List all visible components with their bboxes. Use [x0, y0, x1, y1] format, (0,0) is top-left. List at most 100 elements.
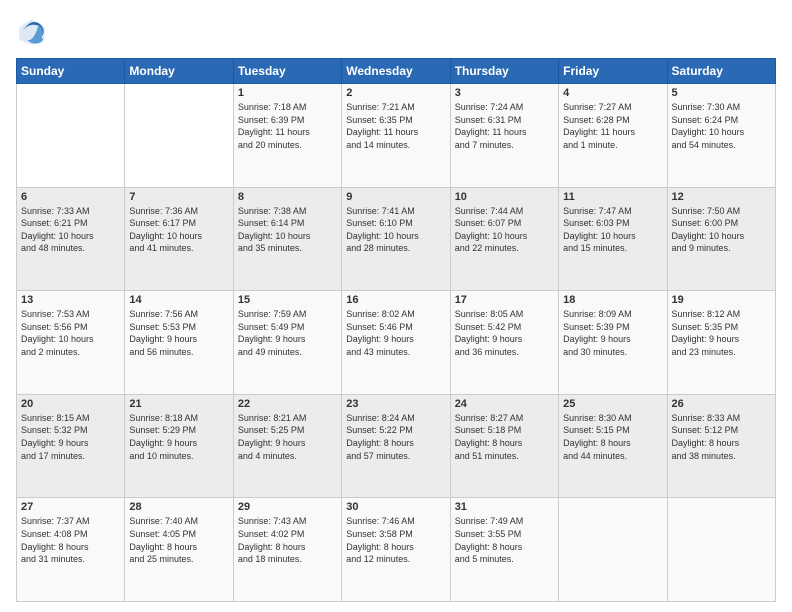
day-number: 16: [346, 294, 445, 306]
day-cell: 27Sunrise: 7:37 AM Sunset: 4:08 PM Dayli…: [17, 498, 125, 602]
weekday-header-monday: Monday: [125, 59, 233, 84]
day-info: Sunrise: 7:41 AM Sunset: 6:10 PM Dayligh…: [346, 205, 445, 255]
day-cell: 8Sunrise: 7:38 AM Sunset: 6:14 PM Daylig…: [233, 187, 341, 291]
day-cell: 1 Sunrise: 7:18 AM Sunset: 6:39 PM Daylig…: [233, 84, 341, 188]
weekday-header-sunday: Sunday: [17, 59, 125, 84]
day-number: 22: [238, 398, 337, 410]
day-cell: [667, 498, 775, 602]
calendar-page: SundayMondayTuesdayWednesdayThursdayFrid…: [0, 0, 792, 612]
calendar-table: SundayMondayTuesdayWednesdayThursdayFrid…: [16, 58, 776, 602]
day-info: Sunrise: 8:05 AM Sunset: 5:42 PM Dayligh…: [455, 308, 554, 358]
week-row-3: 13 Sunrise: 7:53 AM Sunset: 5:56 PM Dayli…: [17, 291, 776, 395]
week-row-2: 6Sunrise: 7:33 AM Sunset: 6:21 PM Daylig…: [17, 187, 776, 291]
logo: [16, 16, 52, 48]
day-info: Sunrise: 7:53 AM Sunset: 5:56 PM Dayligh…: [21, 308, 120, 358]
day-info: Sunrise: 7:56 AM Sunset: 5:53 PM Dayligh…: [129, 308, 228, 358]
day-number: 30: [346, 501, 445, 513]
weekday-header-saturday: Saturday: [667, 59, 775, 84]
day-number: 6: [21, 191, 120, 203]
day-info: Sunrise: 7:47 AM Sunset: 6:03 PM Dayligh…: [563, 205, 662, 255]
day-number: 10: [455, 191, 554, 203]
day-info: Sunrise: 8:30 AM Sunset: 5:15 PM Dayligh…: [563, 412, 662, 462]
day-number: 28: [129, 501, 228, 513]
day-number: 7: [129, 191, 228, 203]
weekday-header-wednesday: Wednesday: [342, 59, 450, 84]
day-number: 4: [563, 87, 662, 99]
day-info: Sunrise: 7:36 AM Sunset: 6:17 PM Dayligh…: [129, 205, 228, 255]
day-cell: 7 Sunrise: 7:36 AM Sunset: 6:17 PM Daylig…: [125, 187, 233, 291]
week-row-5: 27Sunrise: 7:37 AM Sunset: 4:08 PM Dayli…: [17, 498, 776, 602]
weekday-header-friday: Friday: [559, 59, 667, 84]
day-number: 1: [238, 87, 337, 99]
day-info: Sunrise: 7:50 AM Sunset: 6:00 PM Dayligh…: [672, 205, 771, 255]
day-number: 11: [563, 191, 662, 203]
day-number: 21: [129, 398, 228, 410]
weekday-header-thursday: Thursday: [450, 59, 558, 84]
day-cell: 18 Sunrise: 8:09 AM Sunset: 5:39 PM Dayli…: [559, 291, 667, 395]
day-number: 17: [455, 294, 554, 306]
day-number: 18: [563, 294, 662, 306]
day-cell: 30 Sunrise: 7:46 AM Sunset: 3:58 PM Dayli…: [342, 498, 450, 602]
day-info: Sunrise: 7:24 AM Sunset: 6:31 PM Dayligh…: [455, 101, 554, 151]
day-number: 29: [238, 501, 337, 513]
day-info: Sunrise: 7:44 AM Sunset: 6:07 PM Dayligh…: [455, 205, 554, 255]
day-info: Sunrise: 7:18 AM Sunset: 6:39 PM Dayligh…: [238, 101, 337, 151]
day-number: 3: [455, 87, 554, 99]
day-cell: 13 Sunrise: 7:53 AM Sunset: 5:56 PM Dayli…: [17, 291, 125, 395]
day-cell: 2Sunrise: 7:21 AM Sunset: 6:35 PM Daylig…: [342, 84, 450, 188]
weekday-header-row: SundayMondayTuesdayWednesdayThursdayFrid…: [17, 59, 776, 84]
day-number: 25: [563, 398, 662, 410]
day-cell: 23Sunrise: 8:24 AM Sunset: 5:22 PM Dayli…: [342, 394, 450, 498]
day-number: 20: [21, 398, 120, 410]
day-number: 15: [238, 294, 337, 306]
header: [16, 16, 776, 48]
day-number: 24: [455, 398, 554, 410]
day-number: 13: [21, 294, 120, 306]
day-info: Sunrise: 7:37 AM Sunset: 4:08 PM Dayligh…: [21, 515, 120, 565]
calendar-header: SundayMondayTuesdayWednesdayThursdayFrid…: [17, 59, 776, 84]
day-info: Sunrise: 7:38 AM Sunset: 6:14 PM Dayligh…: [238, 205, 337, 255]
day-info: Sunrise: 7:59 AM Sunset: 5:49 PM Dayligh…: [238, 308, 337, 358]
day-number: 9: [346, 191, 445, 203]
weekday-header-tuesday: Tuesday: [233, 59, 341, 84]
day-cell: [559, 498, 667, 602]
logo-icon: [16, 16, 48, 48]
day-cell: [125, 84, 233, 188]
day-cell: 12 Sunrise: 7:50 AM Sunset: 6:00 PM Dayli…: [667, 187, 775, 291]
day-cell: 22 Sunrise: 8:21 AM Sunset: 5:25 PM Dayli…: [233, 394, 341, 498]
day-info: Sunrise: 7:49 AM Sunset: 3:55 PM Dayligh…: [455, 515, 554, 565]
day-number: 31: [455, 501, 554, 513]
day-info: Sunrise: 8:12 AM Sunset: 5:35 PM Dayligh…: [672, 308, 771, 358]
day-cell: [17, 84, 125, 188]
day-cell: 19 Sunrise: 8:12 AM Sunset: 5:35 PM Dayli…: [667, 291, 775, 395]
day-cell: 29Sunrise: 7:43 AM Sunset: 4:02 PM Dayli…: [233, 498, 341, 602]
day-info: Sunrise: 8:18 AM Sunset: 5:29 PM Dayligh…: [129, 412, 228, 462]
day-number: 23: [346, 398, 445, 410]
day-cell: 3 Sunrise: 7:24 AM Sunset: 6:31 PM Daylig…: [450, 84, 558, 188]
week-row-1: 1 Sunrise: 7:18 AM Sunset: 6:39 PM Daylig…: [17, 84, 776, 188]
day-info: Sunrise: 7:46 AM Sunset: 3:58 PM Dayligh…: [346, 515, 445, 565]
day-info: Sunrise: 7:30 AM Sunset: 6:24 PM Dayligh…: [672, 101, 771, 151]
day-cell: 4 Sunrise: 7:27 AM Sunset: 6:28 PM Daylig…: [559, 84, 667, 188]
day-info: Sunrise: 8:15 AM Sunset: 5:32 PM Dayligh…: [21, 412, 120, 462]
day-cell: 14 Sunrise: 7:56 AM Sunset: 5:53 PM Dayli…: [125, 291, 233, 395]
day-info: Sunrise: 7:27 AM Sunset: 6:28 PM Dayligh…: [563, 101, 662, 151]
day-info: Sunrise: 8:33 AM Sunset: 5:12 PM Dayligh…: [672, 412, 771, 462]
day-info: Sunrise: 8:21 AM Sunset: 5:25 PM Dayligh…: [238, 412, 337, 462]
day-cell: 10 Sunrise: 7:44 AM Sunset: 6:07 PM Dayli…: [450, 187, 558, 291]
day-number: 26: [672, 398, 771, 410]
day-cell: 24Sunrise: 8:27 AM Sunset: 5:18 PM Dayli…: [450, 394, 558, 498]
day-number: 14: [129, 294, 228, 306]
day-cell: 17 Sunrise: 8:05 AM Sunset: 5:42 PM Dayli…: [450, 291, 558, 395]
calendar-body: 1 Sunrise: 7:18 AM Sunset: 6:39 PM Daylig…: [17, 84, 776, 602]
day-info: Sunrise: 7:40 AM Sunset: 4:05 PM Dayligh…: [129, 515, 228, 565]
day-info: Sunrise: 8:09 AM Sunset: 5:39 PM Dayligh…: [563, 308, 662, 358]
day-number: 5: [672, 87, 771, 99]
day-cell: 28 Sunrise: 7:40 AM Sunset: 4:05 PM Dayli…: [125, 498, 233, 602]
day-number: 19: [672, 294, 771, 306]
day-cell: 11 Sunrise: 7:47 AM Sunset: 6:03 PM Dayli…: [559, 187, 667, 291]
day-number: 12: [672, 191, 771, 203]
day-cell: 21 Sunrise: 8:18 AM Sunset: 5:29 PM Dayli…: [125, 394, 233, 498]
day-info: Sunrise: 7:21 AM Sunset: 6:35 PM Dayligh…: [346, 101, 445, 151]
day-cell: 6Sunrise: 7:33 AM Sunset: 6:21 PM Daylig…: [17, 187, 125, 291]
